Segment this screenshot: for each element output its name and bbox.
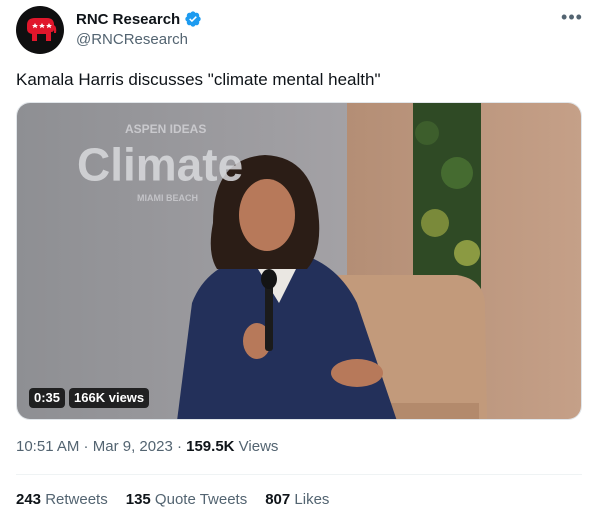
more-options-icon[interactable]: ••• [560,8,584,28]
views-label: Views [234,438,279,455]
verified-badge-icon[interactable] [184,10,202,28]
name-row: RNC Research [76,10,202,28]
likes-stat[interactable]: 807 Likes [265,491,329,508]
tweet-text: Kamala Harris discusses "climate mental … [16,70,381,89]
backdrop-word: Climate [77,139,243,191]
gop-elephant-icon [27,18,57,41]
handle[interactable]: @RNCResearch [76,31,188,48]
quote-tweets-stat[interactable]: 135 Quote Tweets [126,491,247,508]
engagement-stats: 243 Retweets 135 Quote Tweets 807 Likes [16,491,329,508]
video-frame: ASPEN IDEAS Climate MIAMI BEACH [17,103,581,419]
retweets-stat[interactable]: 243 Retweets [16,491,108,508]
tweet-date[interactable]: Mar 9, 2023 [93,438,173,455]
views-count[interactable]: 159.5K [186,438,234,455]
video-player[interactable]: ASPEN IDEAS Climate MIAMI BEACH 0:35 166… [16,102,582,420]
divider [16,474,582,475]
display-name[interactable]: RNC Research [76,11,180,28]
tweet-time[interactable]: 10:51 AM [16,438,79,455]
backdrop-small-top: ASPEN IDEAS [125,122,206,136]
tweet-meta: 10:51 AM · Mar 9, 2023 · 159.5K Views [16,438,278,455]
video-duration: 0:35 [29,388,66,408]
meta-separator: · [172,438,187,455]
backdrop-small-bottom: MIAMI BEACH [137,193,198,203]
meta-separator: · [79,438,93,455]
tweet-card: RNC Research @RNCResearch ••• Kamala Har… [0,0,603,514]
video-views: 166K views [69,388,150,408]
video-badges: 0:35 166K views [29,388,150,408]
avatar[interactable] [16,6,64,54]
